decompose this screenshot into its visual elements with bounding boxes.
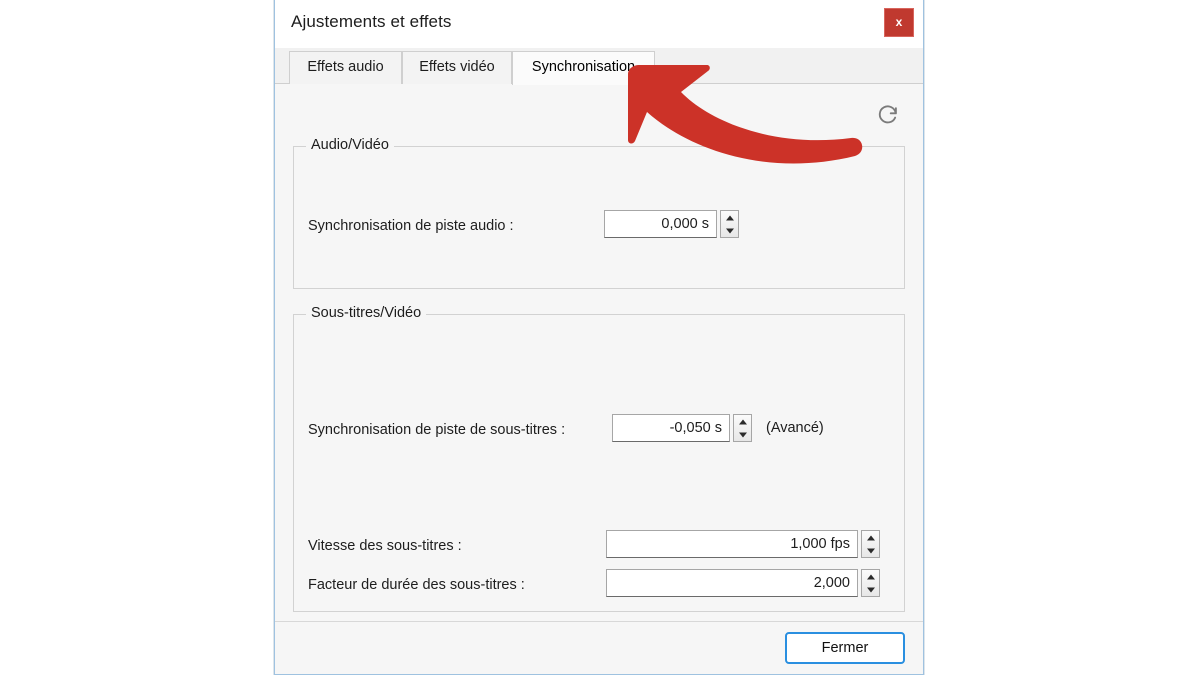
close-window-icon[interactable]: x bbox=[884, 8, 914, 37]
spinner-up-icon[interactable] bbox=[721, 211, 738, 224]
label-subtitle-track-sync: Synchronisation de piste de sous-titres … bbox=[308, 422, 566, 438]
dialog-title: Ajustements et effets bbox=[291, 12, 452, 31]
spinner-down-icon[interactable] bbox=[721, 224, 738, 237]
group-subtitles-video: Sous-titres/Vidéo Synchronisation de pis… bbox=[293, 305, 905, 612]
spinner-subtitle-track-sync[interactable]: -0,050 s bbox=[612, 414, 752, 442]
row-subtitle-speed: Vitesse des sous-titres : bbox=[308, 531, 462, 561]
spinner-down-icon[interactable] bbox=[862, 544, 879, 557]
fermer-button[interactable]: Fermer bbox=[785, 632, 905, 664]
footer-divider bbox=[275, 621, 923, 622]
tab-effets-audio[interactable]: Effets audio bbox=[289, 51, 402, 84]
spinner-subtitle-duration-factor[interactable]: 2,000 bbox=[606, 569, 880, 597]
group-audio-video: Audio/Vidéo Synchronisation de piste aud… bbox=[293, 137, 905, 289]
note-advanced: (Avancé) bbox=[766, 420, 824, 436]
input-subtitle-track-sync[interactable]: -0,050 s bbox=[612, 414, 730, 442]
spinner-buttons-audio-track-sync[interactable] bbox=[720, 210, 739, 238]
dialog-titlebar: Ajustements et effets x bbox=[275, 0, 923, 48]
tab-bar: Effets audio Effets vidéo Synchronisatio… bbox=[275, 48, 923, 85]
spinner-buttons-subtitle-duration-factor[interactable] bbox=[861, 569, 880, 597]
row-audio-track-sync: Synchronisation de piste audio : bbox=[308, 211, 514, 241]
spinner-audio-track-sync[interactable]: 0,000 s bbox=[604, 210, 739, 238]
tab-effets-video[interactable]: Effets vidéo bbox=[402, 51, 512, 84]
label-audio-track-sync: Synchronisation de piste audio : bbox=[308, 218, 514, 234]
spinner-buttons-subtitle-track-sync[interactable] bbox=[733, 414, 752, 442]
spinner-down-icon[interactable] bbox=[862, 583, 879, 596]
spinner-down-icon[interactable] bbox=[734, 428, 751, 441]
spinner-up-icon[interactable] bbox=[862, 570, 879, 583]
spinner-subtitle-speed[interactable]: 1,000 fps bbox=[606, 530, 880, 558]
group-audio-video-legend: Audio/Vidéo bbox=[306, 137, 394, 153]
spinner-up-icon[interactable] bbox=[734, 415, 751, 428]
adjustments-effects-dialog: Ajustements et effets x Effets audio Eff… bbox=[274, 0, 924, 675]
spinner-buttons-subtitle-speed[interactable] bbox=[861, 530, 880, 558]
group-subtitles-video-legend: Sous-titres/Vidéo bbox=[306, 305, 427, 321]
row-subtitle-duration-factor: Facteur de durée des sous-titres : bbox=[308, 570, 525, 600]
input-audio-track-sync[interactable]: 0,000 s bbox=[604, 210, 717, 238]
label-subtitle-speed: Vitesse des sous-titres : bbox=[308, 538, 462, 554]
input-subtitle-duration-factor[interactable]: 2,000 bbox=[606, 569, 858, 597]
tab-synchronisation[interactable]: Synchronisation bbox=[512, 51, 655, 85]
spinner-up-icon[interactable] bbox=[862, 531, 879, 544]
refresh-icon[interactable] bbox=[875, 101, 901, 127]
input-subtitle-speed[interactable]: 1,000 fps bbox=[606, 530, 858, 558]
synchronisation-panel: Audio/Vidéo Synchronisation de piste aud… bbox=[275, 84, 923, 674]
row-subtitle-track-sync: Synchronisation de piste de sous-titres … bbox=[308, 415, 565, 445]
label-subtitle-duration-factor: Facteur de durée des sous-titres : bbox=[308, 577, 525, 593]
